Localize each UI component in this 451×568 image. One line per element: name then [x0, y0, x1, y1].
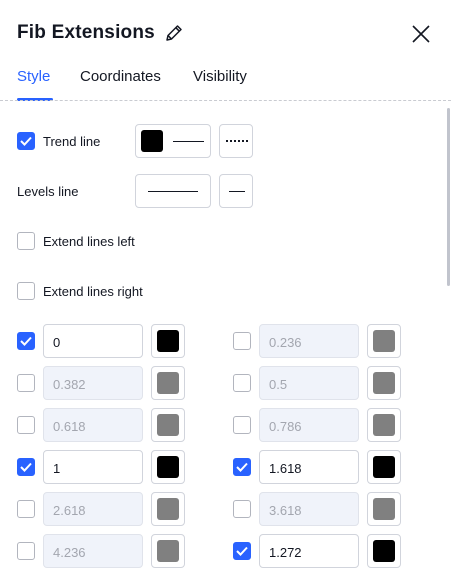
level-value-input[interactable]: 1.272 — [259, 534, 359, 568]
dialog-title: Fib Extensions — [17, 22, 155, 43]
level-value-input[interactable]: 0.236 — [259, 324, 359, 358]
trend-line-checkbox[interactable] — [17, 132, 35, 150]
extend-right-label: Extend lines right — [43, 284, 143, 299]
levels-line-style-button[interactable] — [135, 174, 211, 208]
level-value-input[interactable]: 4.236 — [43, 534, 143, 568]
level-color-button[interactable] — [367, 450, 401, 484]
extend-left-checkbox[interactable] — [17, 232, 35, 250]
level-value-input[interactable]: 1.618 — [259, 450, 359, 484]
line-width-icon — [229, 191, 245, 192]
color-swatch — [373, 330, 395, 352]
level-color-button[interactable] — [367, 408, 401, 442]
extend-left-label: Extend lines left — [43, 234, 135, 249]
level-checkbox[interactable] — [17, 458, 35, 476]
color-swatch — [373, 372, 395, 394]
color-swatch — [157, 498, 179, 520]
color-swatch — [373, 540, 395, 562]
style-panel: Trend line Levels line Extend lines left… — [0, 101, 451, 568]
level-checkbox[interactable] — [17, 542, 35, 560]
solid-line-icon — [148, 191, 198, 192]
level-value-input[interactable]: 0.5 — [259, 366, 359, 400]
level-checkbox[interactable] — [233, 458, 251, 476]
level-color-button[interactable] — [367, 324, 401, 358]
color-swatch — [157, 330, 179, 352]
level-color-button[interactable] — [151, 324, 185, 358]
level-checkbox[interactable] — [17, 500, 35, 518]
color-swatch — [157, 414, 179, 436]
color-swatch — [157, 456, 179, 478]
dotted-line-icon — [226, 140, 248, 142]
level-color-button[interactable] — [151, 534, 185, 568]
level-color-button[interactable] — [151, 450, 185, 484]
level-color-button[interactable] — [151, 408, 185, 442]
extend-right-checkbox[interactable] — [17, 282, 35, 300]
tab-style[interactable]: Style — [17, 68, 50, 85]
level-color-button[interactable] — [151, 366, 185, 400]
dialog-header: Fib Extensions — [0, 0, 451, 62]
level-checkbox[interactable] — [17, 332, 35, 350]
level-checkbox[interactable] — [233, 374, 251, 392]
level-value-input[interactable]: 0.618 — [43, 408, 143, 442]
level-checkbox[interactable] — [233, 416, 251, 434]
level-checkbox[interactable] — [233, 332, 251, 350]
tab-visibility[interactable]: Visibility — [193, 68, 247, 85]
level-value-input[interactable]: 2.618 — [43, 492, 143, 526]
level-value-input[interactable]: 0.382 — [43, 366, 143, 400]
level-color-button[interactable] — [151, 492, 185, 526]
level-color-button[interactable] — [367, 492, 401, 526]
color-swatch — [373, 456, 395, 478]
close-icon[interactable] — [410, 23, 432, 45]
levels-line-width-button[interactable] — [219, 174, 253, 208]
level-checkbox[interactable] — [17, 374, 35, 392]
pencil-icon[interactable] — [164, 23, 184, 43]
levels-line-label: Levels line — [17, 184, 79, 199]
level-value-input[interactable]: 1 — [43, 450, 143, 484]
checkmark-icon — [20, 462, 32, 472]
checkmark-icon — [236, 462, 248, 472]
level-color-button[interactable] — [367, 534, 401, 568]
solid-line-icon — [173, 141, 204, 142]
trend-line-style-button[interactable] — [135, 124, 211, 158]
trend-line-dash-button[interactable] — [219, 124, 253, 158]
trend-line-label: Trend line — [43, 134, 101, 149]
level-value-input[interactable]: 0.786 — [259, 408, 359, 442]
level-checkbox[interactable] — [233, 500, 251, 518]
scrollbar-thumb[interactable] — [447, 108, 450, 286]
color-swatch — [373, 498, 395, 520]
level-value-input[interactable]: 3.618 — [259, 492, 359, 526]
color-swatch — [157, 540, 179, 562]
level-color-button[interactable] — [367, 366, 401, 400]
tab-bar: Style Coordinates Visibility — [0, 62, 451, 102]
color-swatch — [373, 414, 395, 436]
level-value-input[interactable]: 0 — [43, 324, 143, 358]
tab-coordinates[interactable]: Coordinates — [80, 68, 161, 85]
checkmark-icon — [236, 546, 248, 556]
checkmark-icon — [20, 336, 32, 346]
checkmark-icon — [20, 136, 32, 146]
level-checkbox[interactable] — [17, 416, 35, 434]
level-checkbox[interactable] — [233, 542, 251, 560]
color-swatch — [141, 130, 163, 152]
color-swatch — [157, 372, 179, 394]
